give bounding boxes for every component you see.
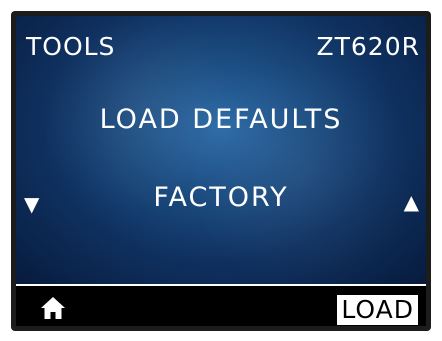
load-button[interactable]: LOAD	[337, 295, 418, 325]
home-button[interactable]	[40, 295, 66, 321]
display-screen: TOOLS ZT620R LOAD DEFAULTS ▼ FACTORY ▲	[16, 16, 426, 284]
header-section-label: TOOLS	[26, 32, 116, 61]
triangle-up-icon[interactable]: ▲	[404, 190, 420, 214]
menu-title: LOAD DEFAULTS	[99, 104, 343, 135]
home-icon	[41, 297, 65, 319]
menu-value: FACTORY	[153, 182, 289, 213]
softkey-bar: LOAD	[16, 286, 426, 326]
header-model-label: ZT620R	[316, 32, 420, 61]
